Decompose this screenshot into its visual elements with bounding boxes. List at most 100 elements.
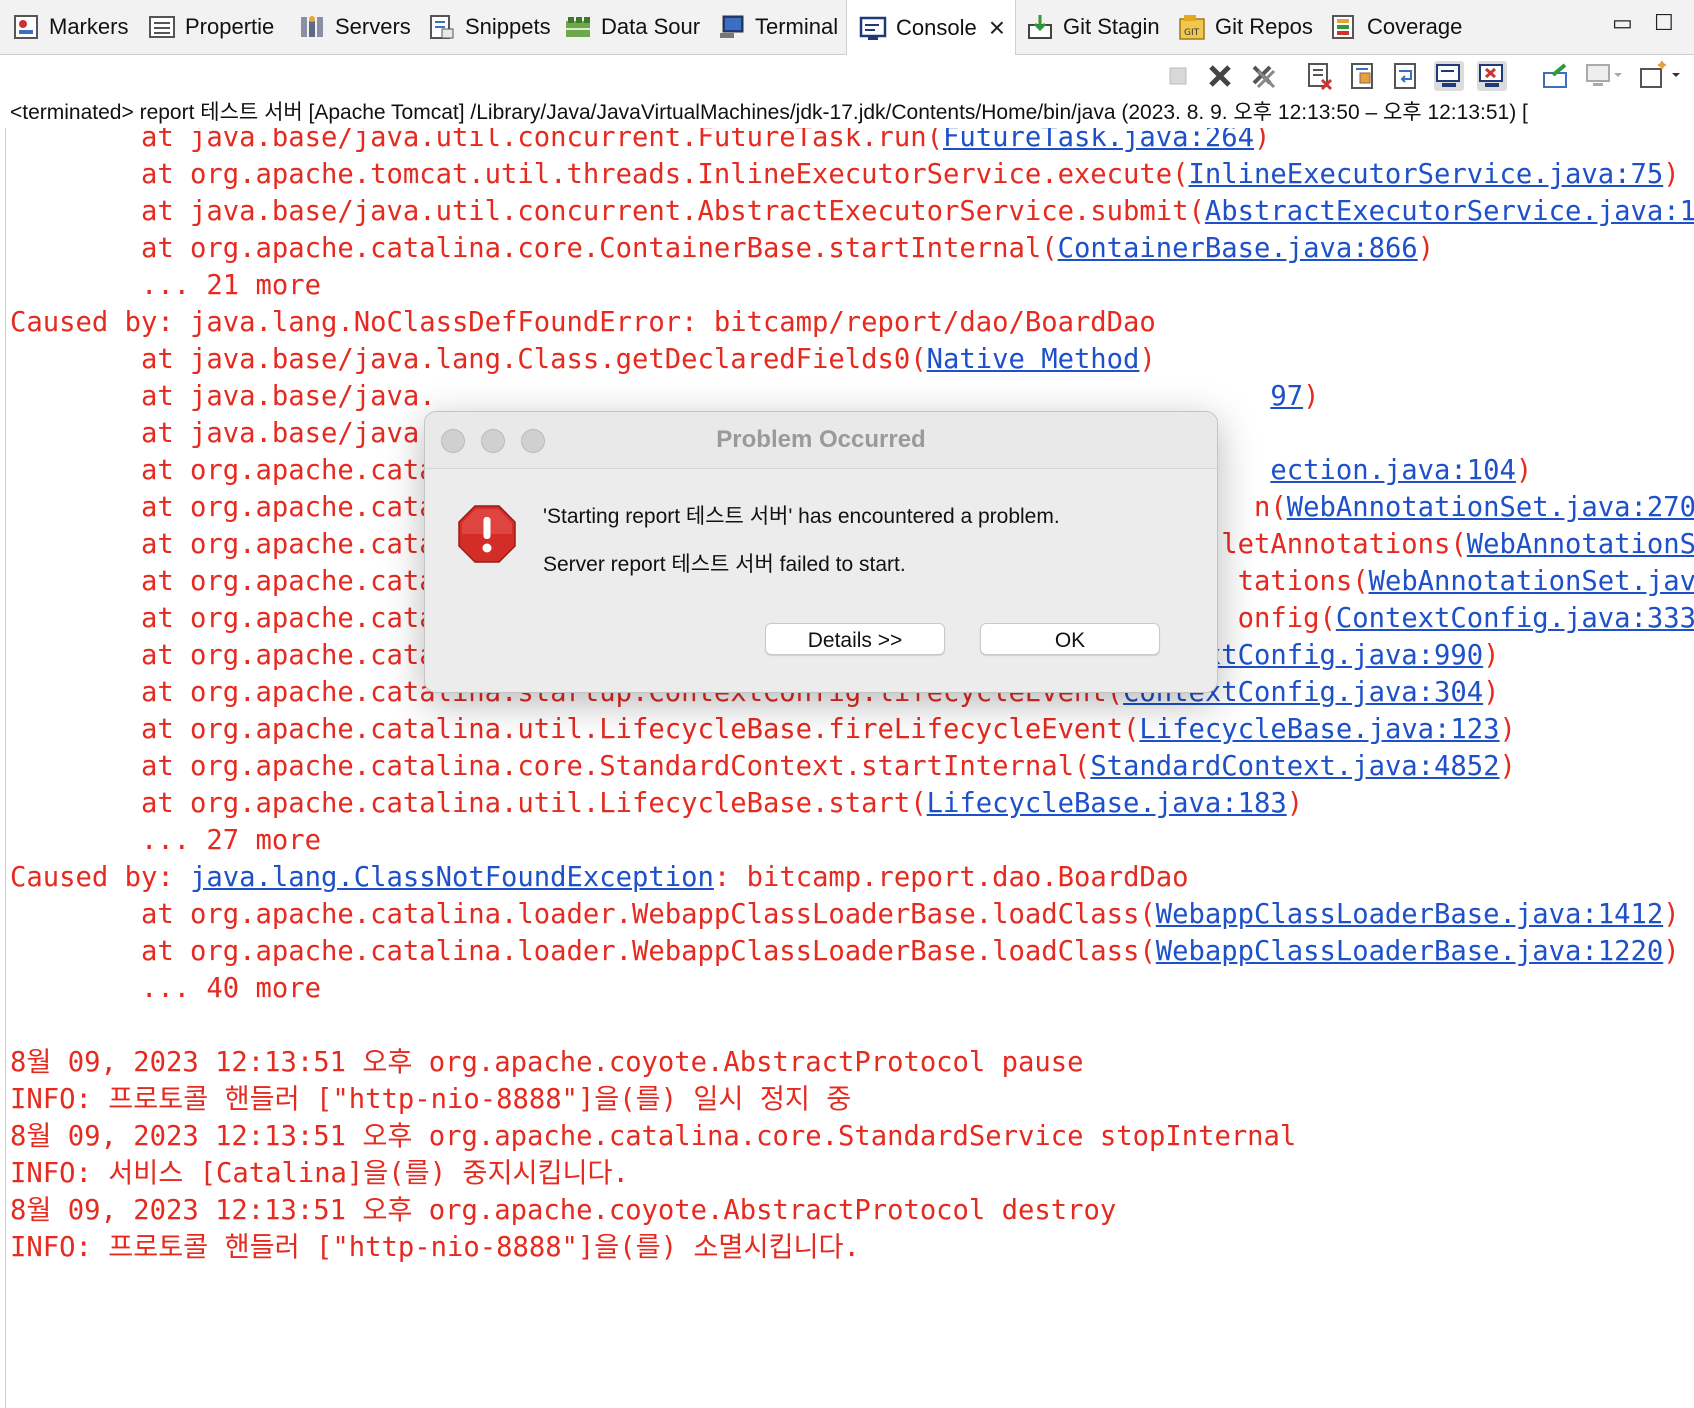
console-text: at java.base/java.lang.Class.getDeclared… xyxy=(10,344,927,375)
console-text: ) xyxy=(1499,714,1516,745)
console-text: ) xyxy=(1254,128,1271,153)
console-text: Caused by: java.lang.NoClassDefFoundErro… xyxy=(10,307,1156,338)
show-on-stdout-icon[interactable] xyxy=(1434,61,1464,91)
console-line: at org.apache.catalina.util.LifecycleBas… xyxy=(10,710,1516,750)
word-wrap-icon[interactable] xyxy=(1391,61,1421,91)
console-line: ... 40 more xyxy=(10,969,321,1009)
console-text: at org.apache.catalina.util.LifecycleBas… xyxy=(10,714,1140,745)
tab-git-repos[interactable]: GIT Git Repos xyxy=(1178,0,1313,54)
source-link[interactable]: FutureTask.java:264 xyxy=(943,128,1254,153)
console-left-edge xyxy=(5,128,6,1408)
console-text: ) xyxy=(1663,899,1680,930)
source-link[interactable]: Native Method xyxy=(927,344,1140,375)
console-text: INFO: 프로토콜 핸들러 ["http-nio-8888"]을(를) 일시 … xyxy=(10,1084,852,1115)
tab-label: Git Repos xyxy=(1215,14,1313,39)
terminal-icon xyxy=(720,15,744,38)
console-text: at org.apache.catalina.util.LifecycleBas… xyxy=(10,788,927,819)
console-line: INFO: 프로토콜 핸들러 ["http-nio-8888"]을(를) 소멸시… xyxy=(10,1228,860,1268)
source-link[interactable]: WebAnnotationSet.java:270 xyxy=(1287,492,1694,523)
tab-servers[interactable]: Servers xyxy=(298,0,411,54)
pin-console-icon[interactable] xyxy=(1541,61,1571,91)
stop-icon[interactable] xyxy=(1163,61,1193,91)
remove-launch-icon[interactable] xyxy=(1205,61,1235,91)
source-link[interactable]: java.lang.ClassNotFoundException xyxy=(190,862,714,893)
console-line: at org.apache.catalina.core.StandardCont… xyxy=(10,747,1516,787)
tab-properties[interactable]: Propertie xyxy=(148,0,274,54)
source-link[interactable]: 97 xyxy=(1270,381,1303,412)
console-line: Caused by: java.lang.ClassNotFoundExcept… xyxy=(10,858,1189,898)
console-text: at java.base/java. xyxy=(10,381,1271,412)
data-source-icon xyxy=(566,17,590,37)
console-line: INFO: 서비스 [Catalina]을(를) 중지시킵니다. xyxy=(10,1154,629,1194)
console-icon xyxy=(859,16,887,40)
minimize-icon[interactable]: ▭ xyxy=(1612,10,1633,36)
show-on-stderr-icon[interactable] xyxy=(1477,61,1507,91)
tab-label: Data Sour xyxy=(601,14,701,39)
svg-text:GIT: GIT xyxy=(1184,28,1200,38)
clear-console-icon[interactable] xyxy=(1305,61,1335,91)
console-line: INFO: 프로토콜 핸들러 ["http-nio-8888"]을(를) 일시 … xyxy=(10,1080,851,1120)
console-text: : bitcamp.report.dao.BoardDao xyxy=(713,862,1189,893)
console-text: 8월 09, 2023 12:13:51 오후 org.apache.coyot… xyxy=(10,1047,1084,1078)
source-link[interactable]: LifecycleBase.java:183 xyxy=(927,788,1287,819)
source-link[interactable]: ection.java:104 xyxy=(1270,455,1516,486)
console-text: 8월 09, 2023 12:13:51 오후 org.apache.coyot… xyxy=(10,1195,1117,1226)
git-staging-icon xyxy=(1028,15,1052,39)
properties-icon xyxy=(149,16,175,38)
console-line: at org.apache.catalina.loader.WebappClas… xyxy=(10,932,1680,972)
console-text: 8월 09, 2023 12:13:51 오후 org.apache.catal… xyxy=(10,1121,1297,1152)
dialog-detail: Server report 테스트 서버 failed to start. xyxy=(543,553,906,576)
scroll-lock-icon[interactable] xyxy=(1348,61,1378,91)
source-link[interactable]: InlineExecutorService.java:75 xyxy=(1189,159,1664,190)
snippets-icon xyxy=(430,15,454,39)
console-line: 8월 09, 2023 12:13:51 오후 org.apache.coyot… xyxy=(10,1191,1116,1231)
ok-button[interactable]: OK xyxy=(980,623,1160,655)
console-line: at org.apache.catalina.core.ContainerBas… xyxy=(10,229,1434,269)
source-link[interactable]: WebappClassLoaderBase.java:1412 xyxy=(1156,899,1663,930)
console-text: INFO: 서비스 [Catalina]을(를) 중지시킵니다. xyxy=(10,1158,629,1189)
console-line: at java.base/java.util.concurrent.Abstra… xyxy=(10,192,1694,232)
source-link[interactable]: WebAnnotationSet xyxy=(1467,529,1694,560)
source-link[interactable]: ContainerBase.java:866 xyxy=(1058,233,1418,264)
console-text: at org.apache.tomcat.util.threads.Inline… xyxy=(10,159,1189,190)
console-text: ) xyxy=(1417,233,1435,264)
console-text: at java.base/java.util.concurrent.Future… xyxy=(10,128,943,153)
tab-markers[interactable]: Markers xyxy=(12,0,128,54)
process-status-line: <terminated> report 테스트 서버 [Apache Tomca… xyxy=(10,101,1528,124)
tab-label: Coverage xyxy=(1367,14,1463,39)
source-link[interactable]: ContextConfig.java:333 xyxy=(1336,603,1694,634)
source-link[interactable]: WebappClassLoaderBase.java:1220 xyxy=(1156,936,1663,967)
remove-all-terminated-icon[interactable] xyxy=(1248,61,1278,91)
tab-data-source[interactable]: Data Sour xyxy=(564,0,700,54)
servers-icon xyxy=(301,16,323,37)
source-link[interactable]: AbstractExecutorService.java:145 xyxy=(1205,196,1694,227)
close-icon[interactable]: × xyxy=(989,13,1005,42)
console-text: INFO: 프로토콜 핸들러 ["http-nio-8888"]을(를) 소멸시… xyxy=(10,1232,860,1263)
display-console-icon[interactable] xyxy=(1584,61,1624,91)
source-link[interactable]: WebAnnotationSet.java: xyxy=(1369,566,1694,597)
view-tab-bar: Markers Propertie Servers Snippets Data … xyxy=(0,0,1694,55)
console-text: ) xyxy=(1286,788,1304,819)
console-text: ) xyxy=(1499,751,1516,782)
console-text: at org.apache.catalina.core.ContainerBas… xyxy=(10,233,1058,264)
coverage-icon xyxy=(1332,15,1354,39)
tab-terminal[interactable]: Terminal xyxy=(718,0,838,54)
console-text: ... 21 more xyxy=(10,270,321,301)
console-line: Caused by: java.lang.NoClassDefFoundErro… xyxy=(10,303,1156,343)
tab-git-staging[interactable]: Git Stagin xyxy=(1026,0,1160,54)
tab-console[interactable]: Console × xyxy=(846,0,1016,55)
tab-label: Snippets xyxy=(465,14,551,39)
tab-coverage[interactable]: Coverage xyxy=(1330,0,1462,54)
maximize-icon[interactable]: ☐ xyxy=(1654,10,1674,36)
console-line: at java.base/java.util.concurrent.Future… xyxy=(10,128,1270,158)
console-text: at org.apache.catalina.core.StandardCont… xyxy=(10,751,1091,782)
open-console-icon[interactable] xyxy=(1638,61,1682,91)
tab-label: Console xyxy=(896,14,977,40)
tab-snippets[interactable]: Snippets xyxy=(428,0,551,54)
console-text: ) xyxy=(1515,455,1533,486)
source-link[interactable]: StandardContext.java:4852 xyxy=(1090,751,1499,782)
details-button[interactable]: Details >> xyxy=(765,623,945,655)
console-output[interactable]: at java.base/java.util.concurrent.Future… xyxy=(0,128,1694,1408)
source-link[interactable]: LifecycleBase.java:123 xyxy=(1139,714,1499,745)
console-text: ) xyxy=(1303,381,1320,412)
